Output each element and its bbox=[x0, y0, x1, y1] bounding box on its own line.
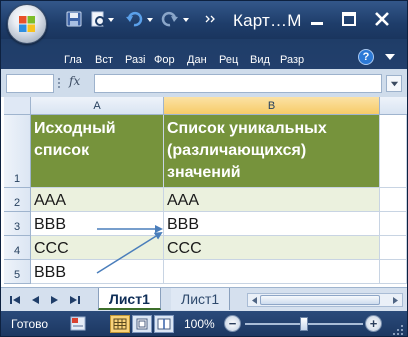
undo-dropdown-icon[interactable] bbox=[145, 10, 155, 28]
normal-view-icon bbox=[113, 318, 127, 330]
tab-formulas[interactable]: Фор bbox=[154, 54, 178, 68]
resize-grip-icon[interactable] bbox=[392, 323, 404, 335]
cell-c2[interactable] bbox=[380, 188, 407, 212]
cell-b4[interactable]: CCC bbox=[164, 236, 380, 260]
formula-bar-expand-button[interactable] bbox=[386, 75, 402, 92]
tab-developer[interactable]: Разр bbox=[280, 54, 304, 68]
horizontal-scrollbar[interactable] bbox=[247, 293, 403, 307]
cell-b1[interactable]: Список уникальных (различающихся) значен… bbox=[164, 115, 380, 188]
cell-a1[interactable]: Исходный список bbox=[31, 115, 164, 188]
window-title: Карт…М bbox=[233, 11, 302, 30]
ribbon-minimize-icon[interactable] bbox=[384, 50, 396, 64]
column-header-c[interactable] bbox=[380, 97, 407, 115]
close-icon[interactable] bbox=[371, 8, 393, 30]
cell-b5[interactable] bbox=[164, 260, 380, 284]
chevron-down-icon bbox=[390, 81, 398, 87]
column-header-b[interactable]: B bbox=[164, 97, 380, 115]
last-sheet-icon[interactable] bbox=[69, 293, 81, 307]
redo-dropdown-icon[interactable] bbox=[181, 10, 191, 28]
qat-dropdown-icon[interactable] bbox=[106, 10, 116, 28]
minimize-icon[interactable] bbox=[306, 8, 328, 30]
office-button[interactable] bbox=[7, 4, 47, 44]
sheet-tab-bar: Лист1 Лист1 bbox=[1, 287, 407, 311]
sheet-tab-active[interactable]: Лист1 bbox=[98, 288, 161, 310]
next-sheet-icon[interactable] bbox=[49, 293, 61, 307]
cell-c3[interactable] bbox=[380, 212, 407, 236]
formula-bar bbox=[1, 69, 407, 97]
tab-home[interactable]: Гла bbox=[64, 54, 88, 68]
qat-customize-icon[interactable] bbox=[205, 10, 217, 28]
record-macro-icon[interactable] bbox=[70, 316, 86, 331]
row-header[interactable]: 4 bbox=[4, 236, 31, 260]
cell-a3[interactable]: BBB bbox=[31, 212, 164, 236]
scroll-thumb[interactable] bbox=[260, 295, 380, 305]
cell-b3[interactable]: BBB bbox=[164, 212, 380, 236]
row-header[interactable]: 1 bbox=[4, 115, 31, 188]
title-bar: Карт…М bbox=[1, 1, 407, 44]
row-header[interactable]: 5 bbox=[4, 260, 31, 284]
cell-b2[interactable]: AAA bbox=[164, 188, 380, 212]
page-layout-view-button[interactable] bbox=[132, 315, 152, 333]
cell-c5[interactable] bbox=[380, 260, 407, 284]
cell-a4[interactable]: CCC bbox=[31, 236, 164, 260]
save-icon[interactable] bbox=[65, 10, 83, 28]
namebox-resize-icon[interactable] bbox=[56, 75, 62, 91]
row-header[interactable]: 3 bbox=[4, 212, 31, 236]
tab-view[interactable]: Вид bbox=[250, 54, 274, 68]
column-header-a[interactable]: A bbox=[31, 97, 164, 115]
cell-value: BBB bbox=[167, 216, 200, 233]
redo-icon[interactable] bbox=[161, 10, 179, 28]
normal-view-button[interactable] bbox=[110, 315, 130, 333]
formula-input[interactable] bbox=[94, 74, 382, 93]
office-logo-icon bbox=[19, 16, 35, 32]
zoom-out-button[interactable]: − bbox=[224, 315, 241, 332]
cell-value: BBB bbox=[34, 264, 67, 281]
name-box[interactable] bbox=[6, 74, 54, 93]
first-sheet-icon[interactable] bbox=[9, 293, 21, 307]
previous-sheet-icon[interactable] bbox=[29, 293, 41, 307]
page-break-view-button[interactable] bbox=[154, 315, 174, 333]
cell-c4[interactable] bbox=[380, 236, 407, 260]
scroll-left-icon[interactable] bbox=[250, 296, 258, 305]
cell-value: BBB bbox=[34, 216, 67, 233]
cell-value: CCC bbox=[167, 240, 202, 257]
tab-page-layout[interactable]: Разі bbox=[125, 54, 147, 68]
status-text: Готово bbox=[11, 317, 49, 331]
print-preview-icon[interactable] bbox=[89, 10, 107, 28]
cell-a2[interactable]: AAA bbox=[31, 188, 164, 212]
insert-function-icon[interactable]: fx bbox=[69, 74, 80, 88]
help-icon[interactable]: ? bbox=[358, 49, 374, 65]
sheet-tab[interactable]: Лист1 bbox=[171, 288, 231, 310]
cell-value: AAA bbox=[34, 192, 67, 209]
page-break-icon bbox=[157, 318, 171, 330]
select-all-corner[interactable] bbox=[4, 97, 31, 115]
tab-insert[interactable]: Вст bbox=[95, 54, 119, 68]
row-header[interactable]: 2 bbox=[4, 188, 31, 212]
tab-data[interactable]: Дан bbox=[187, 54, 211, 68]
cell-a5[interactable]: BBB bbox=[31, 260, 164, 284]
spreadsheet-grid: A B 1 Исходный список Список уникальных … bbox=[1, 97, 407, 287]
zoom-slider-thumb[interactable] bbox=[300, 317, 308, 331]
cell-c1[interactable] bbox=[380, 115, 407, 188]
restore-icon[interactable] bbox=[338, 8, 360, 30]
zoom-in-button[interactable]: + bbox=[365, 315, 382, 332]
page-layout-icon bbox=[136, 318, 148, 330]
scroll-right-icon[interactable] bbox=[392, 296, 400, 305]
tab-review[interactable]: Рец bbox=[219, 54, 243, 68]
ribbon-tab-strip: Гла Вст Разі Фор Дан Рец Вид Разр ? bbox=[1, 39, 407, 69]
undo-icon[interactable] bbox=[125, 10, 143, 28]
status-bar: Готово 100% − + bbox=[1, 311, 407, 336]
zoom-level[interactable]: 100% bbox=[184, 317, 215, 331]
excel-window: Карт…М Гла Вст Разі Фор Дан Рец Вид Разр… bbox=[0, 0, 408, 337]
cell-value: AAA bbox=[167, 192, 200, 209]
cell-value: CCC bbox=[34, 240, 69, 257]
